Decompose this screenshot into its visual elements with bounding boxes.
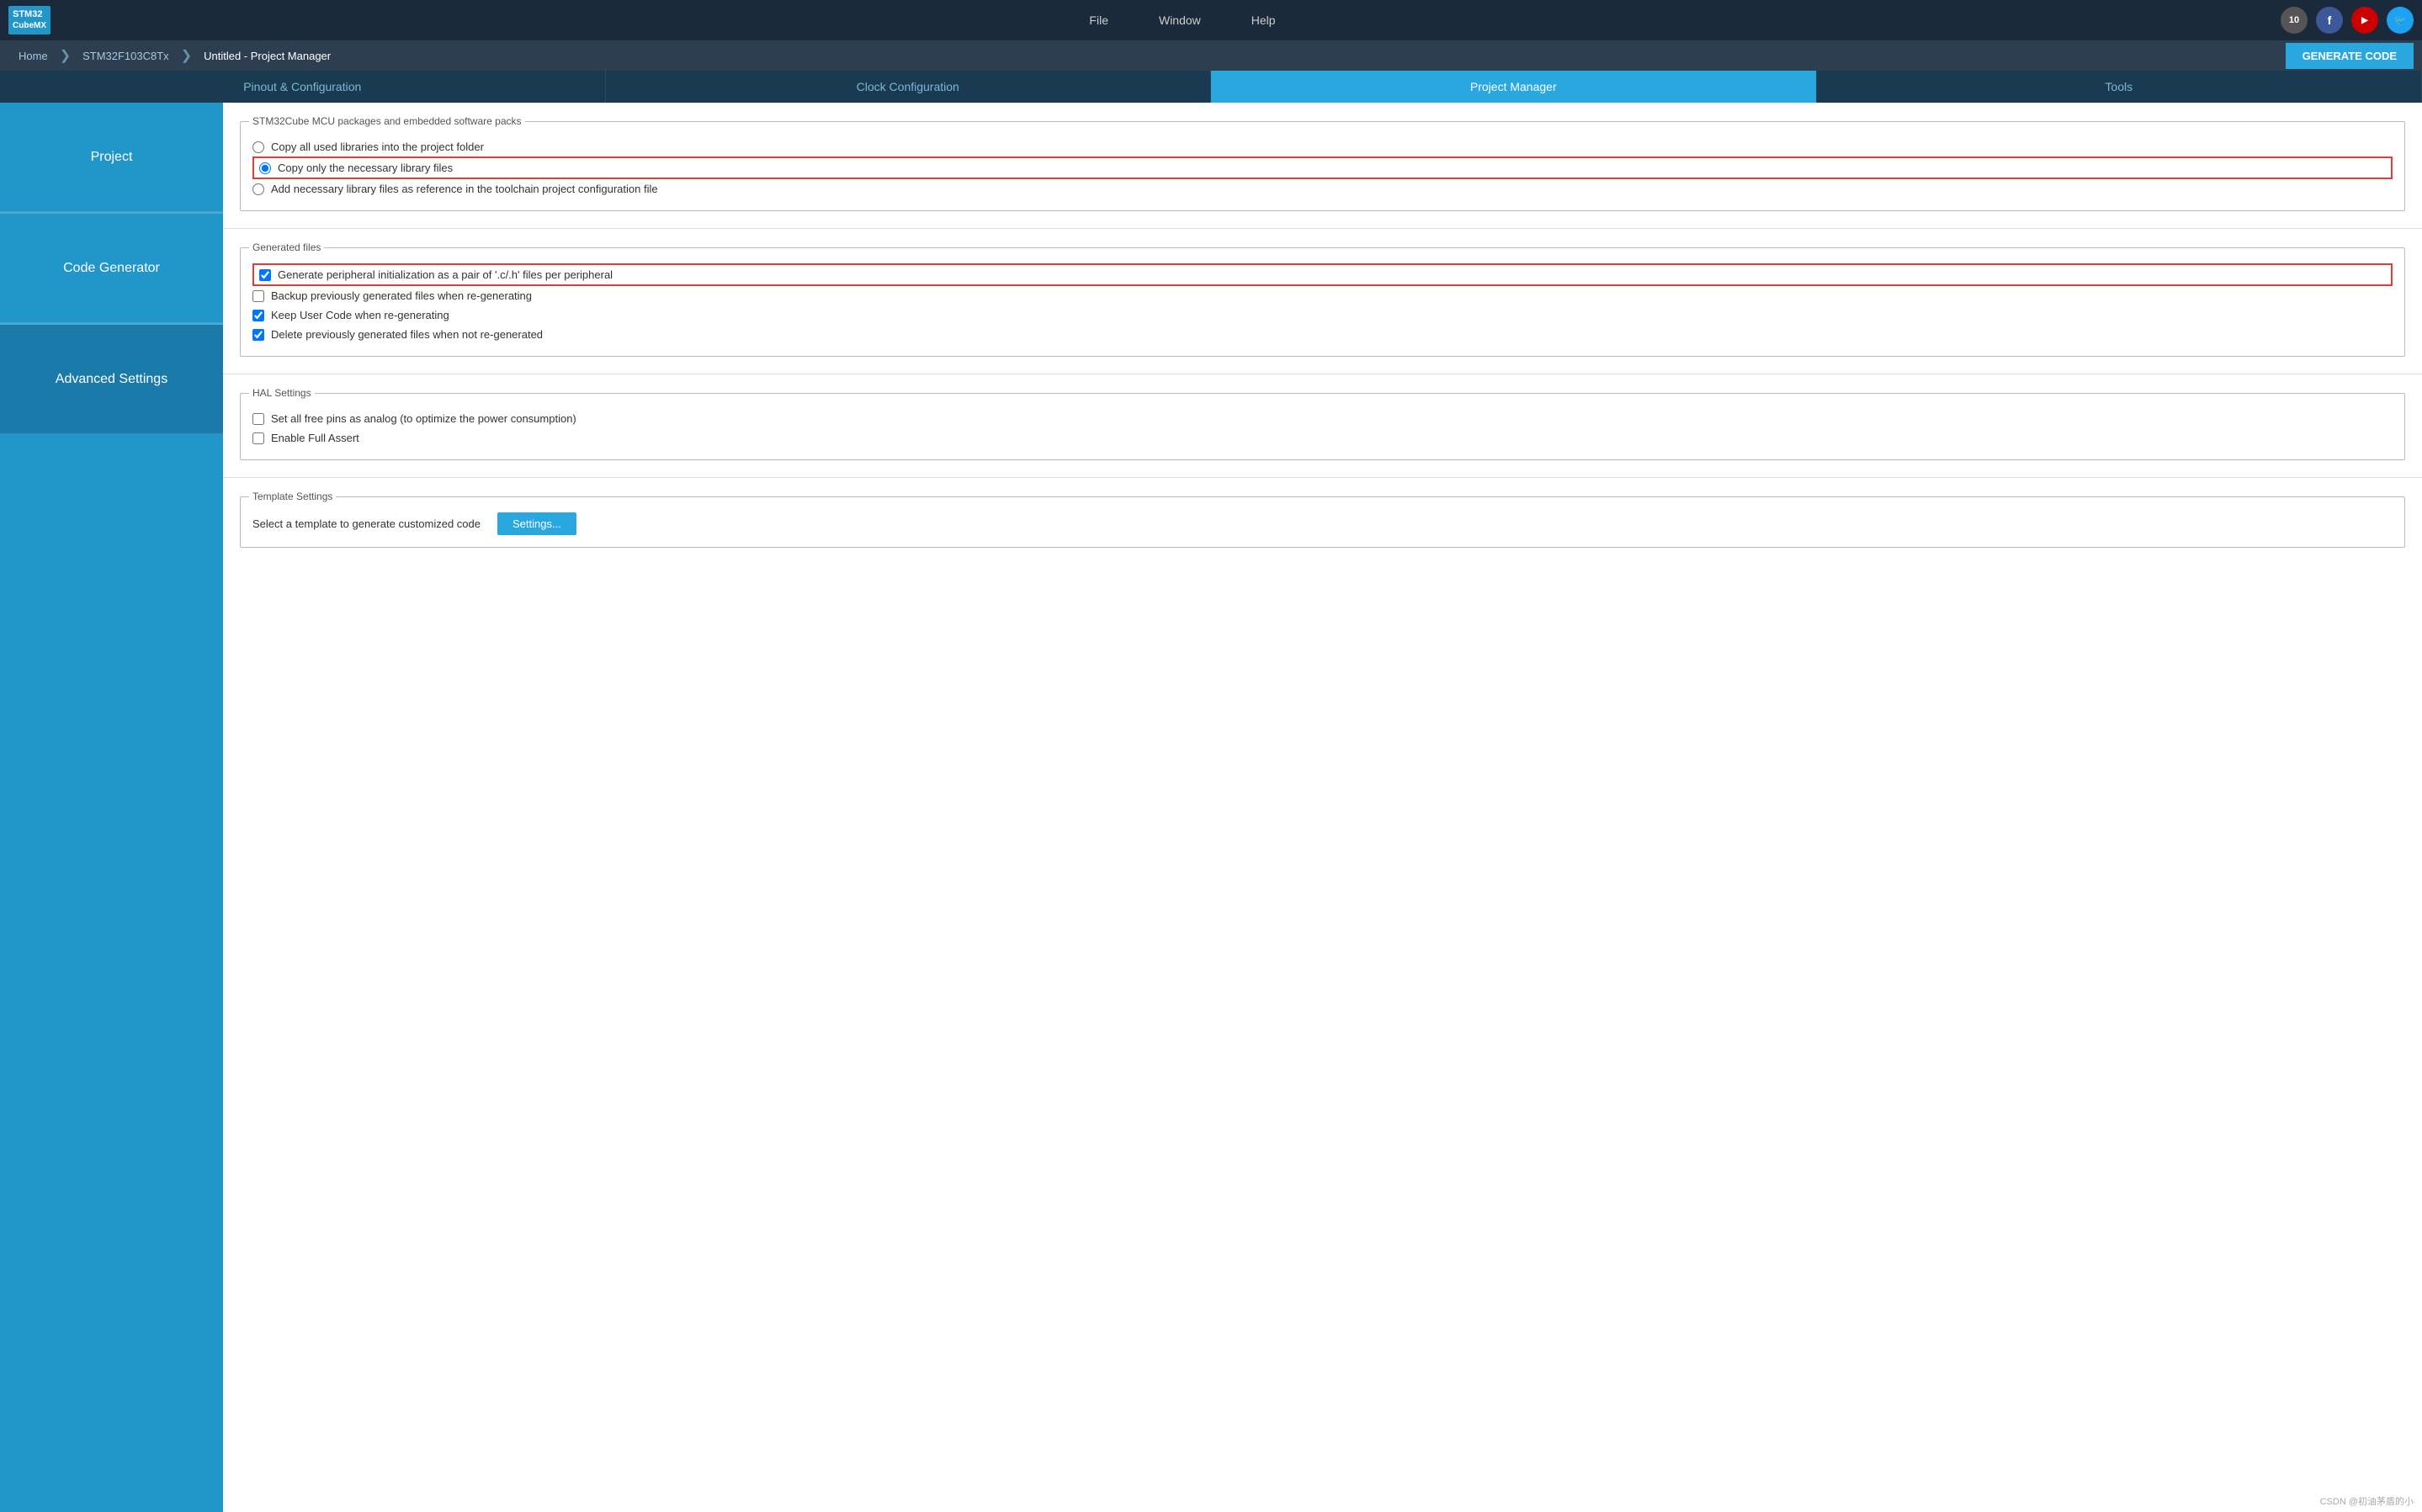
gen-checkbox-2[interactable] <box>252 310 264 321</box>
hal-label-0: Set all free pins as analog (to optimize… <box>271 412 576 425</box>
mcu-label-0: Copy all used libraries into the project… <box>271 141 484 153</box>
template-label: Select a template to generate customized… <box>252 517 481 530</box>
gen-label-0: Generate peripheral initialization as a … <box>278 268 613 281</box>
menu-bar: File Window Help <box>84 9 2281 31</box>
gen-label-3: Delete previously generated files when n… <box>271 328 543 341</box>
top-bar: STM32 CubeMX File Window Help 10 f ▶ 🐦 <box>0 0 2422 40</box>
gen-checkbox-1[interactable] <box>252 290 264 302</box>
template-group: Template Settings Select a template to g… <box>240 496 2405 548</box>
breadcrumb-bar: Home ❯ STM32F103C8Tx ❯ Untitled - Projec… <box>0 40 2422 71</box>
generated-files-section: Generated files Generate peripheral init… <box>223 229 2422 374</box>
gen-label-2: Keep User Code when re-generating <box>271 309 449 321</box>
twitter-icon[interactable]: 🐦 <box>2387 7 2414 34</box>
hal-label-1: Enable Full Assert <box>271 432 359 444</box>
mcu-option-0: Copy all used libraries into the project… <box>252 137 2393 157</box>
menu-window[interactable]: Window <box>1159 9 1201 31</box>
hal-settings-section: HAL Settings Set all free pins as analog… <box>223 374 2422 478</box>
mcu-label-2: Add necessary library files as reference… <box>271 183 658 195</box>
hal-checkbox-1[interactable] <box>252 432 264 444</box>
tab-project-manager[interactable]: Project Manager <box>1211 71 1817 103</box>
gen-checkbox-3[interactable] <box>252 329 264 341</box>
breadcrumb-board[interactable]: STM32F103C8Tx <box>72 40 179 71</box>
mcu-group: STM32Cube MCU packages and embedded soft… <box>240 121 2405 211</box>
tab-bar: Pinout & Configuration Clock Configurati… <box>0 71 2422 103</box>
template-settings-button[interactable]: Settings... <box>497 512 576 535</box>
sidebar-item-code-generator[interactable]: Code Generator <box>0 214 223 323</box>
menu-file[interactable]: File <box>1089 9 1108 31</box>
breadcrumb-project[interactable]: Untitled - Project Manager <box>194 40 341 71</box>
hal-group: HAL Settings Set all free pins as analog… <box>240 393 2405 460</box>
top-icons: 10 f ▶ 🐦 <box>2281 7 2414 34</box>
tab-clock[interactable]: Clock Configuration <box>606 71 1212 103</box>
generated-files-group: Generated files Generate peripheral init… <box>240 247 2405 357</box>
gen-option-2-row: Keep User Code when re-generating <box>252 305 2393 325</box>
mcu-option-1: Copy only the necessary library files <box>252 157 2393 179</box>
hal-option-1-row: Enable Full Assert <box>252 428 2393 448</box>
facebook-icon[interactable]: f <box>2316 7 2343 34</box>
generate-code-button[interactable]: GENERATE CODE <box>2286 43 2414 69</box>
mcu-radio-0[interactable] <box>252 141 264 153</box>
gen-label-1: Backup previously generated files when r… <box>271 289 532 302</box>
logo-area: STM32 CubeMX <box>8 6 50 34</box>
menu-help[interactable]: Help <box>1251 9 1276 31</box>
mcu-radio-1[interactable] <box>259 162 271 174</box>
sidebar-item-advanced-settings[interactable]: Advanced Settings <box>0 325 223 434</box>
template-title: Template Settings <box>249 491 336 502</box>
mcu-section: STM32Cube MCU packages and embedded soft… <box>223 103 2422 229</box>
version-icon: 10 <box>2281 7 2308 34</box>
sidebar-item-project[interactable]: Project <box>0 103 223 212</box>
gen-checkbox-0[interactable] <box>259 269 271 281</box>
mcu-option-2: Add necessary library files as reference… <box>252 179 2393 199</box>
hal-option-0-row: Set all free pins as analog (to optimize… <box>252 409 2393 428</box>
watermark: CSDN @初油茅盾的小 <box>2320 1494 2414 1508</box>
hal-title: HAL Settings <box>249 387 315 399</box>
breadcrumb-arrow-1: ❯ <box>60 47 71 64</box>
template-settings-section: Template Settings Select a template to g… <box>223 478 2422 565</box>
gen-option-0-row: Generate peripheral initialization as a … <box>252 263 2393 286</box>
breadcrumb-home[interactable]: Home <box>8 40 58 71</box>
tab-tools[interactable]: Tools <box>1817 71 2422 103</box>
youtube-icon[interactable]: ▶ <box>2351 7 2378 34</box>
sidebar: Project Code Generator Advanced Settings <box>0 103 223 1512</box>
gen-option-3-row: Delete previously generated files when n… <box>252 325 2393 344</box>
mcu-radio-2[interactable] <box>252 183 264 195</box>
mcu-group-title: STM32Cube MCU packages and embedded soft… <box>249 115 525 127</box>
generated-files-title: Generated files <box>249 241 324 253</box>
main-layout: Project Code Generator Advanced Settings… <box>0 103 2422 1512</box>
breadcrumb-arrow-2: ❯ <box>181 47 192 64</box>
logo: STM32 CubeMX <box>8 6 50 34</box>
gen-option-1-row: Backup previously generated files when r… <box>252 286 2393 305</box>
tab-pinout[interactable]: Pinout & Configuration <box>0 71 606 103</box>
content-area: STM32Cube MCU packages and embedded soft… <box>223 103 2422 1512</box>
hal-checkbox-0[interactable] <box>252 413 264 425</box>
mcu-label-1: Copy only the necessary library files <box>278 162 453 174</box>
